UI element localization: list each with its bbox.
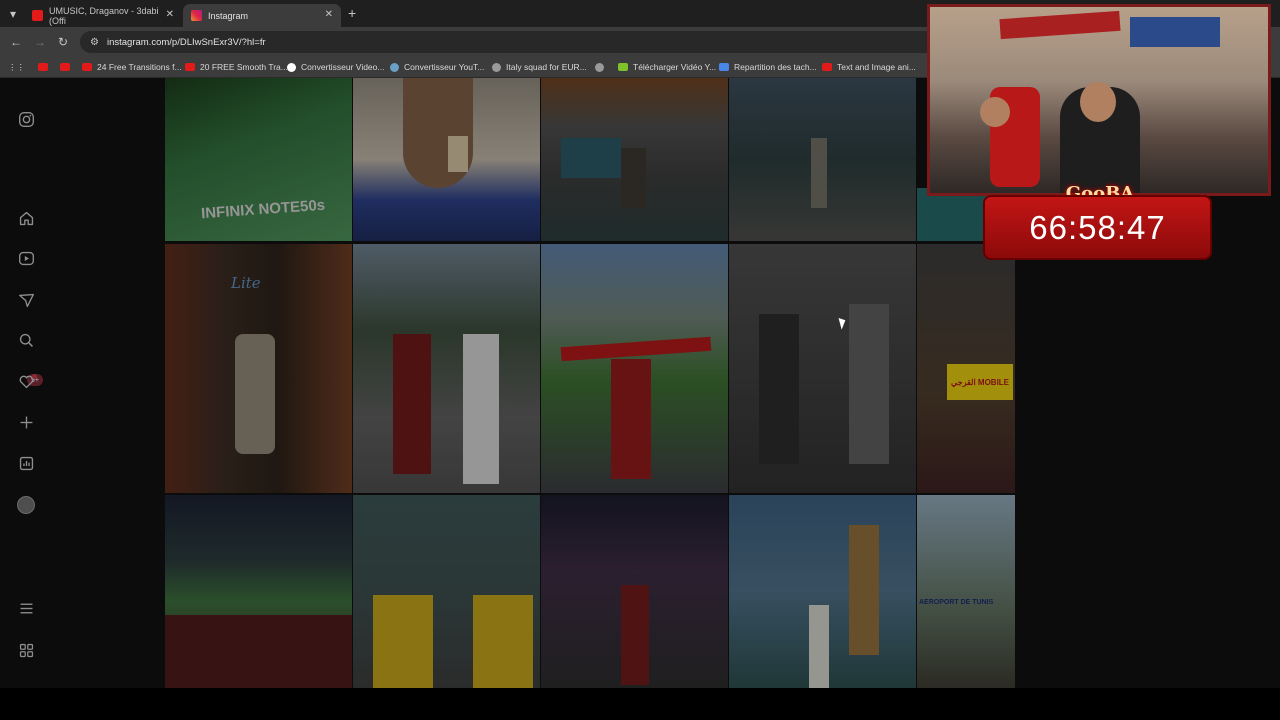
post-thumbnail[interactable] — [165, 495, 352, 688]
post-thumbnail[interactable] — [541, 495, 728, 688]
bottom-bar — [0, 688, 1280, 720]
site-info-icon[interactable]: ⚙ — [90, 37, 99, 48]
bookmark-youtube-2[interactable] — [60, 61, 75, 73]
post-thumbnail[interactable]: القرجي MOBILE — [917, 244, 1015, 493]
youtube-icon — [822, 63, 832, 71]
post-thumbnail[interactable]: Lite — [165, 244, 352, 493]
bookmark-text-image[interactable]: Text and Image ani... — [822, 61, 916, 73]
profile-avatar[interactable] — [17, 496, 35, 514]
back-icon[interactable]: ← — [10, 35, 22, 49]
url-bar[interactable]: ⚙ instagram.com/p/DLIwSnExr3V/?hl=fr — [80, 31, 960, 53]
instagram-icon[interactable] — [17, 110, 35, 128]
dashboard-icon[interactable] — [17, 454, 35, 472]
create-icon[interactable] — [17, 413, 35, 431]
globe-icon — [492, 62, 501, 72]
bookmark-label: Convertisseur Video... — [301, 62, 385, 72]
post-thumbnail[interactable] — [541, 244, 728, 493]
notification-dot — [32, 374, 37, 379]
bookmark-24-free-transitions[interactable]: 24 Free Transitions f... — [82, 61, 182, 73]
bookmark-youtube-1[interactable] — [38, 61, 53, 73]
post-thumbnail[interactable] — [353, 495, 540, 688]
bookmark-label: Repartition des tach... — [734, 62, 817, 72]
tab-title: UMUSIC, Draganov - 3dabi (Offi — [49, 5, 159, 26]
post-thumbnail[interactable] — [729, 78, 916, 241]
youtube-icon — [82, 63, 92, 71]
bookmark-label: Text and Image ani... — [837, 62, 916, 72]
youtube-icon — [185, 63, 195, 71]
reload-icon[interactable]: ↻ — [58, 35, 68, 49]
tab-umusic[interactable]: UMUSIC, Draganov - 3dabi (Offi ✕ — [24, 4, 182, 27]
instagram-icon — [191, 10, 202, 21]
close-tab-icon[interactable]: ✕ — [325, 9, 333, 20]
post-thumbnail[interactable] — [541, 78, 728, 241]
messages-icon[interactable] — [17, 291, 35, 309]
bookmark-convertisseur-youtube[interactable]: Convertisseur YouT... — [390, 61, 484, 73]
url-text: instagram.com/p/DLIwSnExr3V/?hl=fr — [106, 36, 266, 48]
bookmark-repartition[interactable]: Repartition des tach... — [719, 61, 817, 73]
bookmark-telecharger-video[interactable]: Télécharger Vidéo Y... — [618, 61, 716, 73]
bookmark-globe[interactable] — [595, 61, 609, 73]
youtube-icon — [32, 10, 43, 21]
youtube-icon — [60, 63, 70, 71]
forward-icon[interactable]: → — [34, 35, 46, 49]
post-thumbnail[interactable] — [353, 244, 540, 493]
post-thumbnail[interactable] — [729, 495, 916, 688]
reels-icon[interactable] — [17, 249, 35, 267]
bookmark-convertisseur-video[interactable]: Convertisseur Video... — [287, 61, 384, 73]
more-icon[interactable] — [17, 641, 35, 659]
post-thumbnail[interactable]: INFINIX NOTE50s — [165, 78, 352, 241]
new-tab-icon[interactable]: + — [348, 5, 356, 21]
download-icon — [618, 63, 628, 71]
instagram-sidebar: 9+ — [0, 78, 165, 688]
globe-icon — [595, 62, 604, 72]
bookmark-20-free-smooth[interactable]: 20 FREE Smooth Tra... — [185, 61, 288, 73]
bookmark-label: Italy squad for EUR... — [506, 62, 587, 72]
post-thumbnail[interactable] — [353, 78, 540, 241]
search-icon[interactable] — [17, 331, 35, 349]
bookmark-label: 24 Free Transitions f... — [97, 62, 182, 72]
home-icon[interactable] — [17, 209, 35, 227]
tab-title: Instagram — [208, 10, 249, 21]
bookmark-label: Convertisseur YouT... — [404, 62, 485, 72]
apps-icon[interactable]: ⋮⋮ — [8, 61, 25, 73]
globe-icon — [390, 62, 399, 72]
menu-icon[interactable] — [17, 599, 35, 617]
bookmark-label: Télécharger Vidéo Y... — [633, 62, 717, 72]
google-icon — [287, 62, 296, 72]
post-grid: INFINIX NOTE50s Lite القرجي MOBILE AEROP… — [165, 78, 1015, 688]
bookmark-italy-squad[interactable]: Italy squad for EUR... — [492, 61, 587, 73]
bookmark-label: 20 FREE Smooth Tra... — [200, 62, 288, 72]
close-tab-icon[interactable]: ✕ — [166, 9, 174, 20]
tab-search-chevron-icon[interactable]: ▾ — [10, 7, 16, 21]
post-thumbnail[interactable] — [729, 244, 916, 493]
tab-instagram[interactable]: Instagram ✕ — [183, 4, 341, 27]
stream-timer: 66:58:47 — [983, 195, 1212, 260]
webcam-overlay — [927, 4, 1271, 196]
docs-icon — [719, 63, 729, 71]
youtube-icon — [38, 63, 48, 71]
post-thumbnail[interactable]: AEROPORT DE TUNIS — [917, 495, 1015, 688]
